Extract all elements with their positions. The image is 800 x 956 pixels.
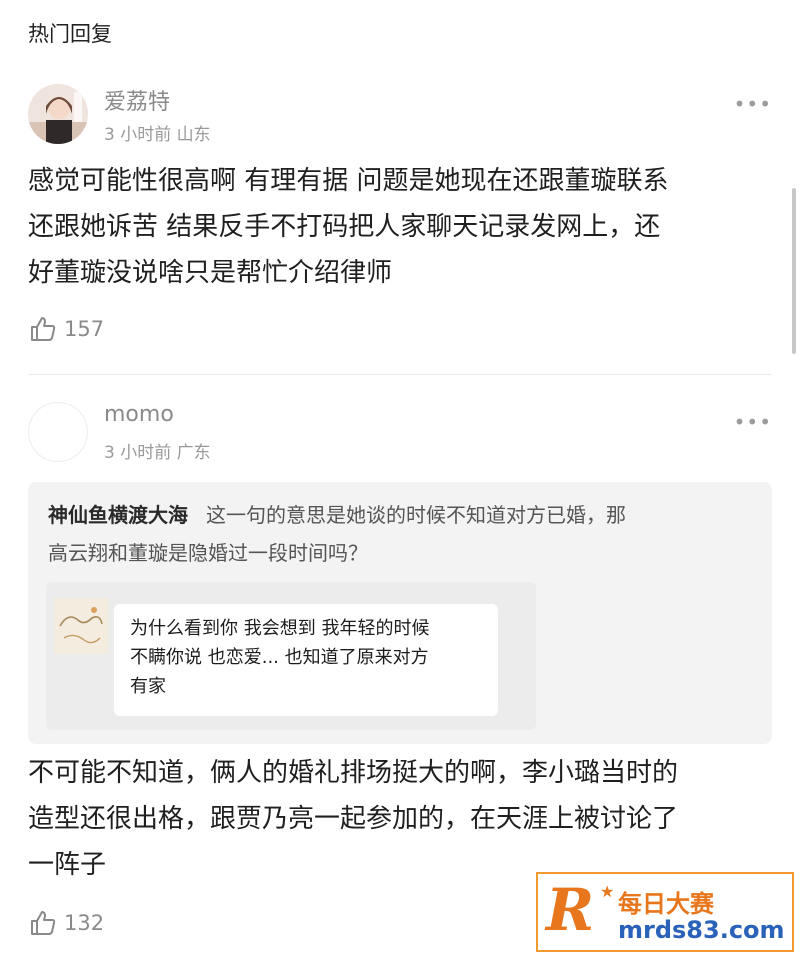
chat-bubble-line: 有家 — [130, 676, 166, 697]
thumbs-up-icon — [31, 911, 56, 935]
comment-text-line: 造型还很出格，跟贾乃亮一起参加的，在天涯上被讨论了 — [28, 804, 679, 834]
thumbs-up-icon — [31, 317, 56, 341]
avatar[interactable] — [28, 84, 88, 144]
more-icon[interactable]: ••• — [734, 92, 772, 116]
chat-bubble-line: 为什么看到你 我会想到 我年轻的时候 — [130, 618, 430, 639]
like-count: 157 — [64, 317, 105, 341]
username[interactable]: momo — [104, 402, 174, 427]
comment-text-line: 不可能不知道，俩人的婚礼排场挺大的啊，李小璐当时的 — [28, 758, 679, 788]
chat-bubble-text: 为什么看到你 我会想到 我年轻的时候 不瞒你说 也恋爱... 也知道了原来对方 … — [130, 614, 490, 701]
comment-meta: 3 小时前 广东 — [104, 438, 211, 463]
username[interactable]: 爱荔特 — [104, 84, 170, 116]
comment-time: 3 小时前 — [104, 443, 172, 463]
comment-divider — [28, 374, 772, 375]
avatar-image — [28, 84, 88, 144]
comment-meta: 3 小时前 山东 — [104, 120, 211, 145]
quoted-text-line: 高云翔和董璇是隐婚过一段时间吗？ — [48, 541, 368, 565]
star-icon: ★ — [600, 882, 615, 901]
quoted-image[interactable]: 为什么看到你 我会想到 我年轻的时候 不瞒你说 也恋爱... 也知道了原来对方 … — [46, 582, 536, 730]
scrollbar[interactable] — [792, 188, 796, 354]
chat-bubble-line: 不瞒你说 也恋爱... 也知道了原来对方 — [130, 647, 429, 668]
more-icon[interactable]: ••• — [734, 410, 772, 434]
quoted-text-line: 这一句的意思是她谈的时候不知道对方已婚，那 — [206, 503, 626, 527]
comment-text-line: 还跟她诉苦 结果反手不打码把人家聊天记录发网上，还 — [28, 212, 661, 242]
watermark-url: mrds83.com — [618, 916, 785, 944]
chat-bubble: 为什么看到你 我会想到 我年轻的时候 不瞒你说 也恋爱... 也知道了原来对方 … — [114, 604, 498, 716]
watermark-letter: R — [546, 876, 595, 944]
comment-location: 广东 — [176, 443, 211, 463]
like-button[interactable]: 157 — [28, 314, 104, 344]
quoted-reply[interactable]: 神仙鱼横渡大海 这一句的意思是她谈的时候不知道对方已婚，那 高云翔和董璇是隐婚过一… — [28, 482, 772, 744]
like-count: 132 — [64, 911, 105, 935]
watermark-name: 每日大赛 — [618, 890, 714, 918]
comment-location: 山东 — [176, 125, 211, 145]
comment-time: 3 小时前 — [104, 125, 172, 145]
section-title: 热门回复 — [28, 22, 112, 46]
comment-text: 不可能不知道，俩人的婚礼排场挺大的啊，李小璐当时的 造型还很出格，跟贾乃亮一起参… — [28, 750, 772, 888]
sketch-image — [54, 598, 108, 654]
quoted-author[interactable]: 神仙鱼横渡大海 — [48, 503, 188, 527]
comment-text: 感觉可能性很高啊 有理有据 问题是她现在还跟董璇联系 还跟她诉苦 结果反手不打码… — [28, 158, 772, 296]
avatar[interactable] — [28, 402, 88, 462]
comment-text-line: 好董璇没说啥只是帮忙介绍律师 — [28, 258, 393, 288]
like-button[interactable]: 132 — [28, 908, 104, 938]
quoted-text: 神仙鱼横渡大海 这一句的意思是她谈的时候不知道对方已婚，那 高云翔和董璇是隐婚过一… — [48, 496, 752, 572]
comment-text-line: 感觉可能性很高啊 有理有据 问题是她现在还跟董璇联系 — [28, 166, 669, 196]
watermark-logo: R ★ 每日大赛 mrds83.com — [536, 872, 794, 952]
